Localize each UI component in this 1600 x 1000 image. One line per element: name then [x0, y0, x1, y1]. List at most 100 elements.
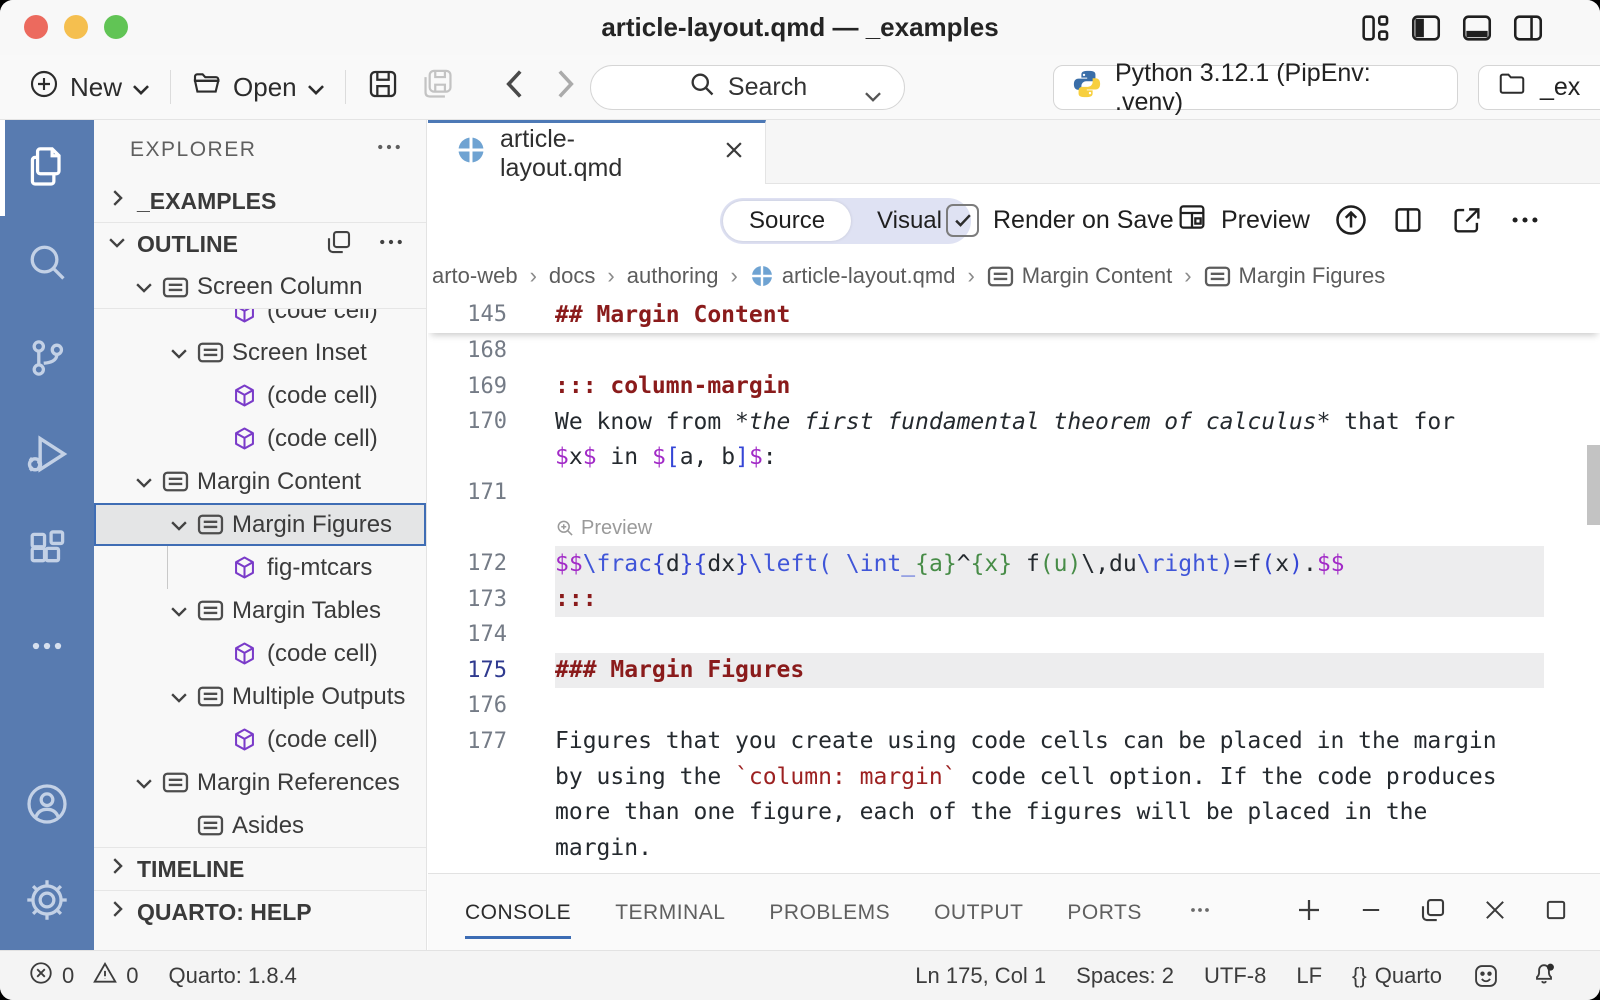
outline-item-code-cell[interactable]: (code cell) — [94, 374, 426, 417]
language-mode-status[interactable]: {} Quarto — [1352, 963, 1442, 989]
code-line[interactable]: 172$$\frac{d}{dx}\left( \int_{a}^{x} f(u… — [428, 546, 1600, 582]
back-button[interactable] — [492, 68, 536, 107]
outline-item-code-cell[interactable]: (code cell) — [94, 417, 426, 460]
code-line[interactable]: Preview — [428, 511, 1600, 547]
new-button[interactable]: New — [18, 68, 160, 107]
panel-tabs-more-icon[interactable] — [1186, 896, 1214, 929]
outline-item-margin-tables[interactable]: Margin Tables — [94, 589, 426, 632]
preview-button[interactable]: Preview — [1176, 184, 1310, 256]
outline-more-icon[interactable] — [376, 227, 406, 263]
section-quarto-help[interactable]: QUARTO: HELP — [94, 890, 426, 933]
activity-extensions-button[interactable] — [0, 504, 94, 600]
open-button[interactable]: Open — [181, 68, 335, 107]
code-line[interactable]: 175### Margin Figures — [428, 653, 1600, 689]
feedback-smiley-icon[interactable] — [1472, 962, 1500, 990]
chevron-down-icon[interactable] — [125, 772, 162, 794]
publish-button[interactable] — [1333, 184, 1369, 256]
outline-item-fig-mtcars[interactable]: fig-mtcars — [94, 546, 426, 589]
activity-settings-button[interactable] — [0, 854, 94, 950]
eol-status[interactable]: LF — [1296, 963, 1322, 989]
breadcrumb-item-margin-figures[interactable]: Margin Figures — [1204, 263, 1386, 289]
code-line[interactable]: 173::: — [428, 582, 1600, 618]
outline-item-margin-figures[interactable]: Margin Figures — [94, 503, 426, 546]
notifications-bell-icon[interactable] — [1530, 959, 1558, 993]
code-line[interactable]: by using the `column: margin` code cell … — [428, 759, 1600, 795]
activity-source-control-button[interactable] — [0, 312, 94, 408]
activity-account-button[interactable] — [0, 758, 94, 854]
panel-duplicate-icon[interactable] — [1418, 895, 1448, 930]
activity-search-button[interactable] — [0, 216, 94, 312]
panel-tab-output[interactable]: OUTPUT — [934, 874, 1023, 951]
outline-item-code-cell[interactable]: (code cell) — [94, 632, 426, 675]
code-line[interactable]: more than one figure, each of the figure… — [428, 795, 1600, 831]
code-line[interactable]: 174 — [428, 617, 1600, 653]
sticky-code-line[interactable]: 145## Margin Content — [428, 296, 1600, 333]
chevron-down-icon[interactable] — [125, 276, 162, 298]
code-line[interactable]: $x$ in $[a, b]$: — [428, 440, 1600, 476]
encoding-status[interactable]: UTF-8 — [1204, 963, 1266, 989]
code-line[interactable]: 169::: column-margin — [428, 369, 1600, 405]
outline-item-margin-content[interactable]: Margin Content — [94, 460, 426, 503]
cursor-position-status[interactable]: Ln 175, Col 1 — [915, 963, 1046, 989]
close-icon[interactable] — [723, 139, 745, 168]
outline-item-code-cell[interactable]: (code cell) — [94, 309, 426, 331]
outline-item-margin-references[interactable]: Margin References — [94, 761, 426, 804]
collapse-all-icon[interactable] — [324, 227, 354, 263]
chevron-down-icon[interactable] — [160, 686, 197, 708]
panel-tab-console[interactable]: CONSOLE — [465, 874, 571, 951]
chevron-down-icon[interactable] — [160, 514, 197, 536]
code-line[interactable]: 170We know from *the first fundamental t… — [428, 404, 1600, 440]
code-line[interactable]: 171 — [428, 475, 1600, 511]
activity-more-button[interactable] — [0, 600, 94, 696]
panel-maximize-icon[interactable] — [1542, 896, 1570, 929]
breadcrumb-item-margin-content[interactable]: Margin Content — [987, 263, 1172, 289]
outline-item-screen-column[interactable]: Screen Column — [94, 266, 426, 309]
section-outline[interactable]: OUTLINE — [94, 223, 426, 266]
quarto-version-status[interactable]: Quarto: 1.8.4 — [169, 963, 297, 989]
panel-tab-terminal[interactable]: TERMINAL — [615, 874, 725, 951]
indentation-status[interactable]: Spaces: 2 — [1076, 963, 1174, 989]
save-button[interactable] — [356, 67, 410, 108]
panel-minimize-icon[interactable] — [1357, 896, 1385, 929]
outline-item-code-cell[interactable]: (code cell) — [94, 718, 426, 761]
forward-button[interactable] — [544, 68, 588, 107]
breadcrumb-item-authoring[interactable]: authoring — [627, 263, 719, 289]
codelens[interactable]: Preview — [555, 517, 652, 540]
code-editor[interactable]: 145## Margin Content168169::: column-mar… — [428, 296, 1600, 873]
breadcrumb-item-article-layout-qmd[interactable]: article-layout.qmd — [750, 263, 956, 289]
code-line[interactable]: 177Figures that you create using code ce… — [428, 724, 1600, 760]
code-line[interactable]: 168 — [428, 333, 1600, 369]
panel-tab-problems[interactable]: PROBLEMS — [769, 874, 890, 951]
toggle-left-sidebar-icon[interactable] — [1409, 11, 1443, 45]
activity-explorer-button[interactable] — [0, 120, 94, 216]
code-line[interactable]: margin. — [428, 830, 1600, 866]
chevron-down-icon[interactable] — [160, 342, 197, 364]
outline-item-asides[interactable]: Asides — [94, 804, 426, 847]
tab-article-layout[interactable]: article-layout.qmd — [428, 120, 766, 184]
section-timeline[interactable]: TIMELINE — [94, 847, 426, 890]
open-in-new-window-button[interactable] — [1450, 184, 1484, 256]
toggle-right-sidebar-icon[interactable] — [1511, 11, 1545, 45]
activity-run-debug-button[interactable] — [0, 408, 94, 504]
problems-status[interactable]: 0 0 — [28, 960, 139, 992]
outline-item-screen-inset[interactable]: Screen Inset — [94, 331, 426, 374]
search-box[interactable]: Search — [590, 65, 905, 110]
editor-more-button[interactable] — [1508, 184, 1542, 256]
chevron-down-icon[interactable] — [160, 600, 197, 622]
panel-tab-ports[interactable]: PORTS — [1067, 874, 1141, 951]
panel-close-icon[interactable] — [1481, 896, 1509, 929]
panel-add-icon[interactable] — [1294, 895, 1324, 930]
split-editor-button[interactable] — [1391, 184, 1425, 256]
interpreter-selector[interactable]: Python 3.12.1 (PipEnv: .venv) — [1053, 65, 1458, 110]
chevron-down-icon[interactable] — [125, 471, 162, 493]
save-all-button[interactable] — [410, 66, 466, 109]
explorer-more-icon[interactable] — [374, 132, 404, 168]
code-line[interactable]: 176 — [428, 688, 1600, 724]
custom-layout-icon[interactable] — [1358, 11, 1392, 45]
breadcrumb-item-arto-web[interactable]: arto-web — [432, 263, 518, 289]
toggle-bottom-panel-icon[interactable] — [1460, 11, 1494, 45]
outline-item-multiple-outputs[interactable]: Multiple Outputs — [94, 675, 426, 718]
render-on-save-control[interactable]: Render on Save — [946, 184, 1174, 256]
editor-scrollbar[interactable] — [1587, 445, 1600, 525]
mode-source-button[interactable]: Source — [723, 201, 851, 241]
